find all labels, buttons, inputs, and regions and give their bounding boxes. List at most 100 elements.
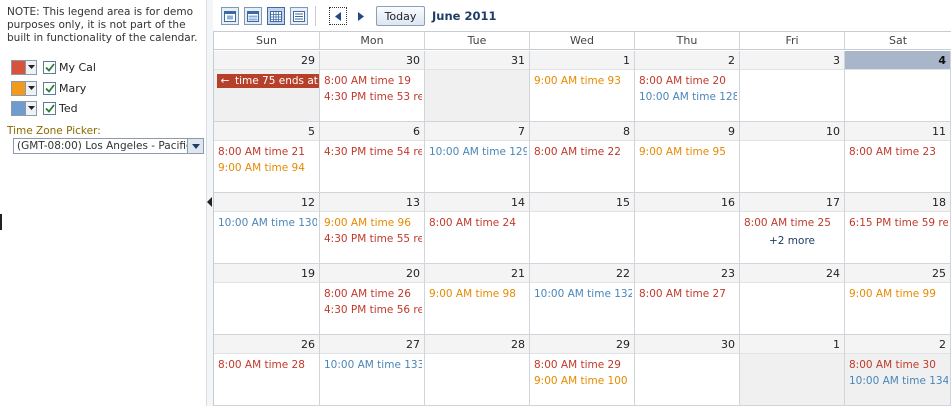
calendar-event[interactable]: 9:00 AM time 99 [849, 287, 948, 301]
day-cell-body[interactable]: 8:00 AM time 24 [425, 212, 529, 263]
day-cell[interactable]: 26 8:00 AM time 28 [214, 335, 320, 406]
calendar-event[interactable]: 8:00 AM time 25 [744, 216, 842, 230]
day-cell-body[interactable]: 8:00 AM time 30 10:00 AM time 134 [845, 354, 950, 405]
day-number[interactable]: 25 [932, 267, 946, 280]
color-swatch[interactable] [11, 80, 26, 96]
today-button[interactable]: Today [376, 6, 425, 26]
day-number[interactable]: 8 [623, 125, 630, 138]
calendar-event[interactable]: 9:00 AM time 94 [218, 161, 317, 175]
more-events-link[interactable]: +2 more [740, 235, 844, 247]
calendar-event[interactable]: 9:00 AM time 98 [429, 287, 527, 301]
day-cell-body[interactable]: 10:00 AM time 132 [530, 283, 634, 334]
day-cell-header[interactable]: 24 [740, 264, 844, 283]
day-cell[interactable]: 14 8:00 AM time 24 [425, 193, 530, 264]
day-cell-header[interactable]: 5 [214, 122, 319, 141]
color-dropdown-button[interactable] [26, 80, 37, 96]
day-cell-body[interactable]: 9:00 AM time 95 [635, 141, 739, 192]
color-dropdown-button[interactable] [26, 100, 37, 116]
calendar-event[interactable]: 9:00 AM time 93 [534, 74, 632, 88]
day-number[interactable]: 29 [301, 54, 315, 67]
day-cell-header[interactable]: 10 [740, 122, 844, 141]
day-cell-header[interactable]: 1 [740, 335, 844, 354]
day-cell-header[interactable]: 27 [320, 335, 424, 354]
day-cell[interactable]: 1 9:00 AM time 93 [530, 51, 635, 122]
calendar-event[interactable]: 9:00 AM time 100 [534, 374, 632, 388]
day-cell-body[interactable] [740, 141, 844, 192]
day-cell[interactable]: 22 10:00 AM time 132 [530, 264, 635, 335]
day-number[interactable]: 10 [826, 125, 840, 138]
day-number[interactable]: 31 [511, 54, 525, 67]
day-number[interactable]: 13 [406, 196, 420, 209]
day-cell[interactable]: 4 [845, 51, 951, 122]
calendar-event[interactable]: 8:00 AM time 22 [534, 145, 632, 159]
day-cell-body[interactable]: 8:00 AM time 29 9:00 AM time 100 [530, 354, 634, 405]
calendar-event[interactable]: 10:00 AM time 132 [534, 287, 632, 301]
day-cell[interactable]: 2 8:00 AM time 20 10:00 AM time 128 [635, 51, 740, 122]
calendar-event[interactable]: 10:00 AM time 133 [324, 358, 422, 372]
day-cell-header[interactable]: 23 [635, 264, 739, 283]
day-cell-header[interactable]: 12 [214, 193, 319, 212]
calendar-event[interactable]: 8:00 AM time 26 [324, 287, 422, 301]
calendar-event[interactable]: 8:00 AM time 23 [849, 145, 948, 159]
calendar-event[interactable]: 4:30 PM time 53 recurring [324, 90, 422, 104]
day-cell-header[interactable]: 31 [425, 51, 529, 70]
calendar-event[interactable]: 4:30 PM time 56 recurring [324, 303, 422, 317]
day-number[interactable]: 19 [301, 267, 315, 280]
day-cell-body[interactable]: 9:00 AM time 98 [425, 283, 529, 334]
day-cell-body[interactable]: 10:00 AM time 130 [214, 212, 319, 263]
day-cell-body[interactable] [214, 283, 319, 334]
day-cell-body[interactable]: 9:00 AM time 96 4:30 PM time 55 recurring [320, 212, 424, 263]
day-cell[interactable]: 23 8:00 AM time 27 [635, 264, 740, 335]
day-number[interactable]: 15 [616, 196, 630, 209]
next-month-button[interactable] [352, 7, 370, 25]
day-number[interactable]: 22 [616, 267, 630, 280]
day-number[interactable]: 21 [511, 267, 525, 280]
day-number[interactable]: 12 [301, 196, 315, 209]
calendar-checkbox-ted[interactable] [43, 101, 56, 115]
day-number[interactable]: 16 [721, 196, 735, 209]
day-cell[interactable]: 1 [740, 335, 845, 406]
day-cell-body[interactable]: 8:00 AM time 19 4:30 PM time 53 recurring [320, 70, 424, 121]
day-cell-header[interactable]: 21 [425, 264, 529, 283]
day-cell[interactable]: 5 8:00 AM time 21 9:00 AM time 94 [214, 122, 320, 193]
calendar-event[interactable]: 8:00 AM time 29 [534, 358, 632, 372]
day-number[interactable]: 4 [938, 54, 946, 67]
day-cell-body[interactable] [425, 354, 529, 405]
day-cell-header[interactable]: 1 [530, 51, 634, 70]
day-cell-body[interactable] [635, 354, 739, 405]
day-cell-header[interactable]: 19 [214, 264, 319, 283]
day-number[interactable]: 28 [511, 338, 525, 351]
calendar-event[interactable]: 10:00 AM time 129 [429, 145, 527, 159]
day-cell[interactable]: 15 [530, 193, 635, 264]
day-cell[interactable]: 25 9:00 AM time 99 [845, 264, 951, 335]
day-number[interactable]: 29 [616, 338, 630, 351]
day-number[interactable]: 26 [301, 338, 315, 351]
day-cell[interactable]: 31 [425, 51, 530, 122]
day-number[interactable]: 27 [406, 338, 420, 351]
day-number[interactable]: 18 [932, 196, 946, 209]
day-cell-header[interactable]: 25 [845, 264, 950, 283]
calendar-event[interactable]: 10:00 AM time 134 [849, 374, 948, 388]
day-view-button[interactable] [221, 7, 239, 25]
day-cell-body[interactable]: 4:30 PM time 54 recurring [320, 141, 424, 192]
day-number[interactable]: 6 [413, 125, 420, 138]
timezone-select[interactable]: (GMT-08:00) Los Angeles - Pacific Time [13, 138, 204, 154]
day-cell-body[interactable]: 8:00 AM time 26 4:30 PM time 56 recurring [320, 283, 424, 334]
day-cell-body[interactable]: 8:00 AM time 20 10:00 AM time 128 [635, 70, 739, 121]
day-number[interactable]: 2 [728, 54, 735, 67]
day-cell-header[interactable]: 30 [635, 335, 739, 354]
day-cell-header[interactable]: 20 [320, 264, 424, 283]
calendar-event[interactable]: 6:15 PM time 59 recurring [849, 216, 948, 230]
day-number[interactable]: 23 [721, 267, 735, 280]
day-cell-body[interactable]: 6:15 PM time 59 recurring [845, 212, 950, 263]
calendar-event[interactable]: 4:30 PM time 55 recurring [324, 232, 422, 246]
day-cell-header[interactable]: 26 [214, 335, 319, 354]
day-cell[interactable]: 8 8:00 AM time 22 [530, 122, 635, 193]
week-view-button[interactable] [244, 7, 262, 25]
day-cell[interactable]: 17 8:00 AM time 25 +2 more [740, 193, 845, 264]
day-cell[interactable]: 13 9:00 AM time 96 4:30 PM time 55 recurri… [320, 193, 425, 264]
previous-month-button[interactable] [329, 7, 347, 25]
calendar-checkbox-my-cal[interactable] [43, 60, 56, 74]
day-number[interactable]: 20 [406, 267, 420, 280]
day-cell-body[interactable]: 10:00 AM time 133 [320, 354, 424, 405]
